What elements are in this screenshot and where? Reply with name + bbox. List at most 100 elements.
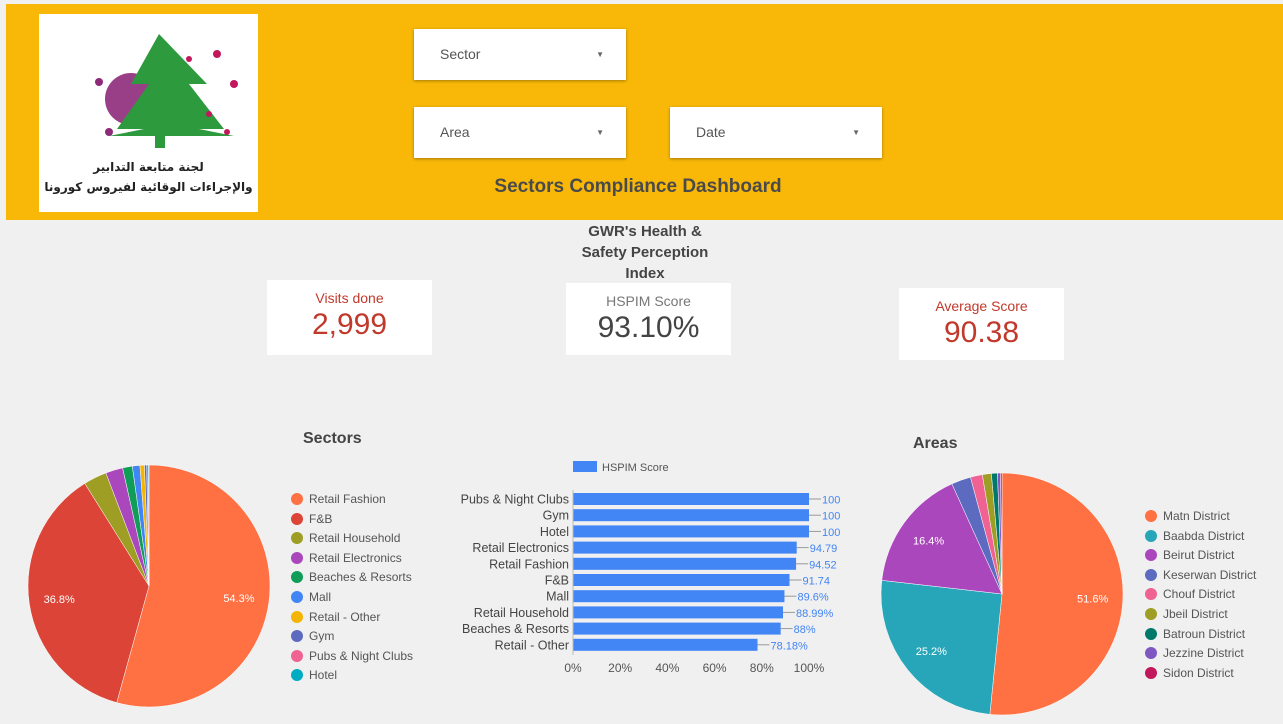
- x-tick-label: 80%: [750, 661, 774, 675]
- legend-swatch-icon: [291, 591, 303, 603]
- legend-swatch-icon: [1145, 608, 1157, 620]
- bar-category-label: Retail Fashion: [489, 557, 569, 571]
- areas-legend-label: Batroun District: [1163, 626, 1246, 641]
- bar-5[interactable]: [573, 574, 790, 586]
- bar-9[interactable]: [573, 638, 758, 651]
- sectors-slice-label-0: 54.3%: [223, 593, 254, 605]
- areas-legend-label: Keserwan District: [1163, 567, 1257, 582]
- sectors-pie-chart: 54.3% 36.8%: [27, 464, 271, 708]
- bar-1[interactable]: [573, 509, 809, 522]
- bar-legend-label: HSPIM Score: [602, 462, 669, 474]
- bar-0[interactable]: [573, 493, 809, 505]
- legend-swatch-icon: [291, 512, 303, 525]
- bar-category-label: Retail Household: [474, 606, 569, 620]
- sector-filter-dropdown[interactable]: Sector ▼: [414, 29, 626, 80]
- areas-slice-label-1: 25.2%: [916, 646, 947, 658]
- bar-category-label: Pubs & Night Clubs: [461, 493, 569, 507]
- average-card: Average Score 90.38: [899, 288, 1064, 360]
- average-label: Average Score: [935, 298, 1028, 314]
- areas-legend-label: Baabda District: [1163, 528, 1245, 543]
- bar-category-label: Mall: [546, 590, 569, 604]
- legend-swatch-icon: [1145, 666, 1157, 679]
- bar-value-label: 94.79: [810, 543, 838, 555]
- hspim-value: 93.10%: [597, 311, 700, 344]
- legend-swatch-icon: [1145, 627, 1157, 640]
- bar-value-label: 89.6%: [797, 592, 828, 604]
- dropdown-caret-icon: ▼: [852, 128, 860, 137]
- legend-swatch-icon: [291, 571, 303, 584]
- bar-value-label: 88%: [794, 624, 816, 636]
- area-filter-label: Area: [440, 124, 470, 140]
- areas-legend-label: Matn District: [1163, 509, 1230, 523]
- bar-category-label: Hotel: [540, 525, 569, 539]
- sector-filter-label: Sector: [440, 46, 481, 62]
- date-filter-dropdown[interactable]: Date ▼: [670, 107, 882, 158]
- bar-category-label: F&B: [545, 574, 569, 588]
- bar-value-label: 94.52: [809, 559, 837, 571]
- x-tick-label: 60%: [703, 661, 727, 675]
- sectors-legend-label: Retail Household: [309, 531, 401, 546]
- bar-category-label: Retail Electronics: [472, 541, 569, 555]
- logo: لجنة متابعة التدابير والإجراءات الوقائية…: [39, 14, 258, 212]
- average-value: 90.38: [943, 316, 1020, 349]
- bar-value-label: 91.74: [803, 576, 831, 588]
- hspim-card: HSPIM Score 93.10%: [566, 283, 731, 355]
- dropdown-caret-icon: ▼: [596, 50, 604, 59]
- bar-value-label: 100: [822, 495, 840, 507]
- hspim-label: HSPIM Score: [606, 293, 691, 309]
- x-tick-label: 100%: [794, 661, 825, 675]
- legend-swatch-icon: [291, 669, 303, 682]
- legend-swatch-icon: [1145, 549, 1157, 562]
- x-tick-label: 0%: [564, 661, 582, 675]
- bar-7[interactable]: [573, 606, 784, 619]
- sectors-slice-label-1: 36.8%: [44, 594, 75, 606]
- bar-value-label: 100: [822, 527, 840, 539]
- legend-swatch-icon: [1145, 529, 1157, 542]
- areas-legend-label: Chouf District: [1163, 587, 1236, 602]
- areas-legend-label: Sidon District: [1163, 665, 1234, 680]
- bar-category-label: Beaches & Resorts: [462, 622, 569, 636]
- gwr-title-line-3: Index: [625, 265, 665, 282]
- bar-category-label: Gym: [543, 509, 569, 523]
- legend-swatch-icon: [1145, 568, 1157, 581]
- sectors-legend-label: Retail - Other: [309, 609, 381, 624]
- gwr-title-line-2: Safety Perception: [581, 244, 709, 261]
- legend-swatch-icon: [291, 493, 303, 505]
- area-filter-dropdown[interactable]: Area ▼: [414, 107, 626, 158]
- sectors-legend-label: Gym: [309, 629, 335, 644]
- areas-title: Areas: [913, 435, 958, 452]
- legend-swatch-icon: [291, 610, 303, 623]
- bar-3[interactable]: [573, 541, 797, 554]
- areas-slice-label-0: 51.6%: [1077, 594, 1108, 606]
- logo-line-2: والإجراءات الوقائية لفيروس كورونا: [44, 180, 253, 194]
- logo-line-1: لجنة متابعة التدابير: [93, 160, 204, 174]
- sectors-legend-label: Retail Fashion: [309, 492, 386, 506]
- areas-pie-chart: 51.6% 25.2% 16.4%: [880, 472, 1124, 716]
- legend-swatch-icon: [291, 649, 303, 662]
- areas-legend-label: Beirut District: [1163, 548, 1235, 563]
- bar-4[interactable]: [573, 557, 797, 570]
- sectors-legend-label: Pubs & Night Clubs: [309, 648, 414, 663]
- bar-2[interactable]: [573, 525, 809, 538]
- visits-value: 2,999: [311, 308, 388, 341]
- sectors-legend-label: Retail Electronics: [309, 550, 402, 565]
- areas-legend-label: Jezzine District: [1163, 646, 1244, 661]
- legend-swatch-icon: [291, 551, 303, 564]
- gwr-title-line-1: GWR's Health &: [588, 223, 702, 240]
- bar-category-label: Retail - Other: [495, 638, 569, 652]
- areas-slice-label-2: 16.4%: [913, 536, 944, 548]
- legend-swatch-icon: [1145, 588, 1157, 601]
- visits-card: Visits done 2,999: [267, 280, 432, 355]
- visits-label: Visits done: [315, 290, 384, 306]
- x-tick-label: 40%: [655, 661, 679, 675]
- dashboard-title: Sectors Compliance Dashboard: [494, 176, 782, 197]
- bar-8[interactable]: [573, 622, 781, 635]
- areas-legend-label: Jbeil District: [1163, 607, 1228, 621]
- legend-swatch-icon: [1145, 510, 1157, 522]
- bar-value-label: 88.99%: [796, 608, 834, 620]
- sectors-legend-label: Hotel: [309, 668, 338, 683]
- sectors-legend-label: Beaches & Resorts: [309, 570, 412, 585]
- dropdown-caret-icon: ▼: [596, 128, 604, 137]
- bar-6[interactable]: [573, 590, 785, 603]
- sectors-legend-label: F&B: [309, 511, 333, 526]
